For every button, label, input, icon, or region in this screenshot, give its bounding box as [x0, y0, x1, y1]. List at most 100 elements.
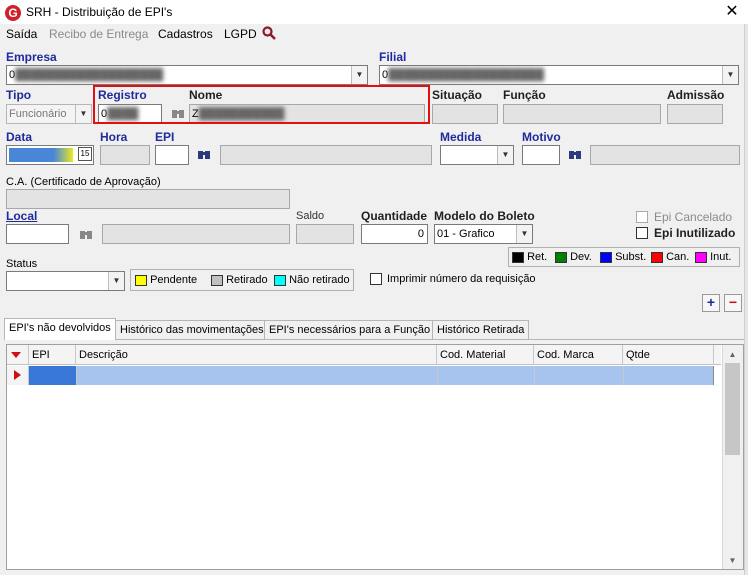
epi-cancelado-label: Epi Cancelado: [654, 210, 733, 224]
ca-field: [6, 189, 290, 209]
legend-nao-retirado: Não retirado: [274, 274, 350, 286]
epi-input[interactable]: [155, 145, 189, 165]
column-header-epi[interactable]: EPI: [29, 345, 76, 365]
add-button[interactable]: +: [702, 294, 720, 312]
tab-epis-necessarios[interactable]: EPI's necessários para a Função: [264, 320, 436, 339]
chevron-down-icon[interactable]: ▼: [722, 66, 738, 84]
app-logo-icon: G: [5, 5, 21, 21]
legend-dev: Dev.: [555, 251, 592, 263]
medida-select[interactable]: ▼: [440, 145, 514, 165]
menu-saida[interactable]: Saída: [6, 27, 37, 41]
legend-label: Subst.: [615, 251, 647, 263]
legend-swatch: [512, 251, 524, 263]
legend-label: Pendente: [150, 274, 198, 286]
imprimir-label: Imprimir número da requisição: [387, 273, 536, 285]
column-header-cod-marca[interactable]: Cod. Marca: [534, 345, 623, 365]
column-header-cod-material[interactable]: Cod. Material: [437, 345, 534, 365]
tipo-value: Funcionário: [9, 108, 67, 120]
filial-label: Filial: [379, 50, 407, 64]
empresa-redacted: ███████████████████: [15, 69, 164, 81]
legend-swatch: [274, 274, 286, 286]
legend-swatch: [555, 251, 567, 263]
row-indicator: [7, 366, 29, 385]
grid-divider: [437, 366, 438, 385]
search-icon[interactable]: [262, 26, 276, 43]
legend-swatch: [135, 274, 147, 286]
motivo-input[interactable]: [522, 145, 560, 165]
hora-label: Hora: [100, 130, 128, 144]
grid-divider: [713, 366, 714, 385]
grid-divider: [534, 366, 535, 385]
scroll-up-icon[interactable]: ▲: [722, 346, 743, 363]
status-select[interactable]: ▼: [6, 271, 125, 291]
legend-label: Dev.: [570, 251, 592, 263]
tipo-select[interactable]: Funcionário ▼: [6, 104, 92, 124]
legend-swatch: [695, 251, 707, 263]
hora-field: [100, 145, 150, 165]
situacao-label: Situação: [432, 88, 483, 102]
legend-inut: Inut.: [695, 251, 731, 263]
chevron-down-icon[interactable]: ▼: [75, 105, 91, 123]
tipo-label: Tipo: [6, 88, 32, 102]
tab-historico-movimentacoes[interactable]: Histórico das movimentações: [115, 320, 269, 339]
highlight-box: [93, 85, 430, 124]
local-description-field: [102, 224, 290, 244]
menu-recibo-entrega[interactable]: Recibo de Entrega: [49, 27, 148, 41]
epi-inutilizado-label: Epi Inutilizado: [654, 226, 736, 240]
funcao-field: [503, 104, 661, 124]
medida-label: Medida: [440, 130, 482, 144]
binoculars-icon[interactable]: [197, 148, 211, 163]
chevron-down-icon[interactable]: ▼: [516, 225, 532, 243]
scroll-down-icon[interactable]: ▼: [722, 552, 743, 569]
local-input[interactable]: [6, 224, 69, 244]
chevron-down-icon[interactable]: ▼: [351, 66, 367, 84]
epi-label: EPI: [155, 130, 175, 144]
admissao-label: Admissão: [667, 88, 725, 102]
column-header-qtde[interactable]: Qtde: [623, 345, 714, 365]
admissao-field: [667, 104, 723, 124]
close-icon[interactable]: ✕: [722, 2, 742, 22]
legend-label: Ret.: [527, 251, 548, 263]
menu-cadastros[interactable]: Cadastros: [158, 27, 213, 41]
legend-pendente: Pendente: [135, 274, 197, 286]
epi-cancelado-checkbox[interactable]: [636, 211, 648, 223]
legend-label: Inut.: [710, 251, 732, 263]
empresa-select[interactable]: 0███████████████████ ▼: [6, 65, 368, 85]
binoculars-icon[interactable]: [568, 148, 582, 163]
legend-can: Can.: [651, 251, 689, 263]
saldo-field: [296, 224, 354, 244]
legend-swatch: [600, 251, 612, 263]
legend-label: Can.: [666, 251, 690, 263]
chevron-down-icon[interactable]: ▼: [108, 272, 124, 290]
column-header-descricao[interactable]: Descrição: [76, 345, 437, 365]
ca-label: C.A. (Certificado de Aprovação): [6, 176, 161, 188]
modelo-boleto-select[interactable]: 01 - Grafico ▼: [434, 224, 533, 244]
scrollbar-thumb[interactable]: [725, 363, 740, 455]
remove-button[interactable]: −: [724, 294, 742, 312]
grid-indicator-header: [7, 345, 29, 365]
motivo-label: Motivo: [522, 130, 561, 144]
filial-select[interactable]: 0████████████████████ ▼: [379, 65, 739, 85]
binoculars-icon[interactable]: [79, 228, 93, 243]
tab-epis-nao-devolvidos[interactable]: EPI's não devolvidos: [4, 318, 116, 340]
tab-historico-retirada[interactable]: Histórico Retirada: [432, 320, 530, 339]
menu-lgpd[interactable]: LGPD: [224, 27, 257, 41]
legend-subst: Subst.: [600, 251, 646, 263]
modelo-boleto-label: Modelo do Boleto: [434, 209, 535, 223]
funcao-label: Função: [503, 88, 546, 102]
legend-label: Não retirado: [289, 274, 350, 286]
legend-swatch: [651, 251, 663, 263]
quantidade-label: Quantidade: [361, 209, 428, 223]
calendar-icon[interactable]: 15: [78, 147, 92, 161]
modelo-boleto-value: 01 - Grafico: [437, 228, 495, 240]
epi-inutilizado-checkbox[interactable]: [636, 227, 648, 239]
epi-description-field: [220, 145, 432, 165]
legend-ret: Ret.: [512, 251, 547, 263]
empresa-label: Empresa: [6, 50, 57, 64]
quantidade-input[interactable]: 0: [361, 224, 428, 244]
chevron-down-icon[interactable]: ▼: [497, 146, 513, 164]
imprimir-checkbox[interactable]: [370, 273, 382, 285]
status-label: Status: [6, 258, 38, 270]
table-row[interactable]: [76, 366, 714, 385]
table-row-cell-epi[interactable]: [29, 366, 76, 385]
